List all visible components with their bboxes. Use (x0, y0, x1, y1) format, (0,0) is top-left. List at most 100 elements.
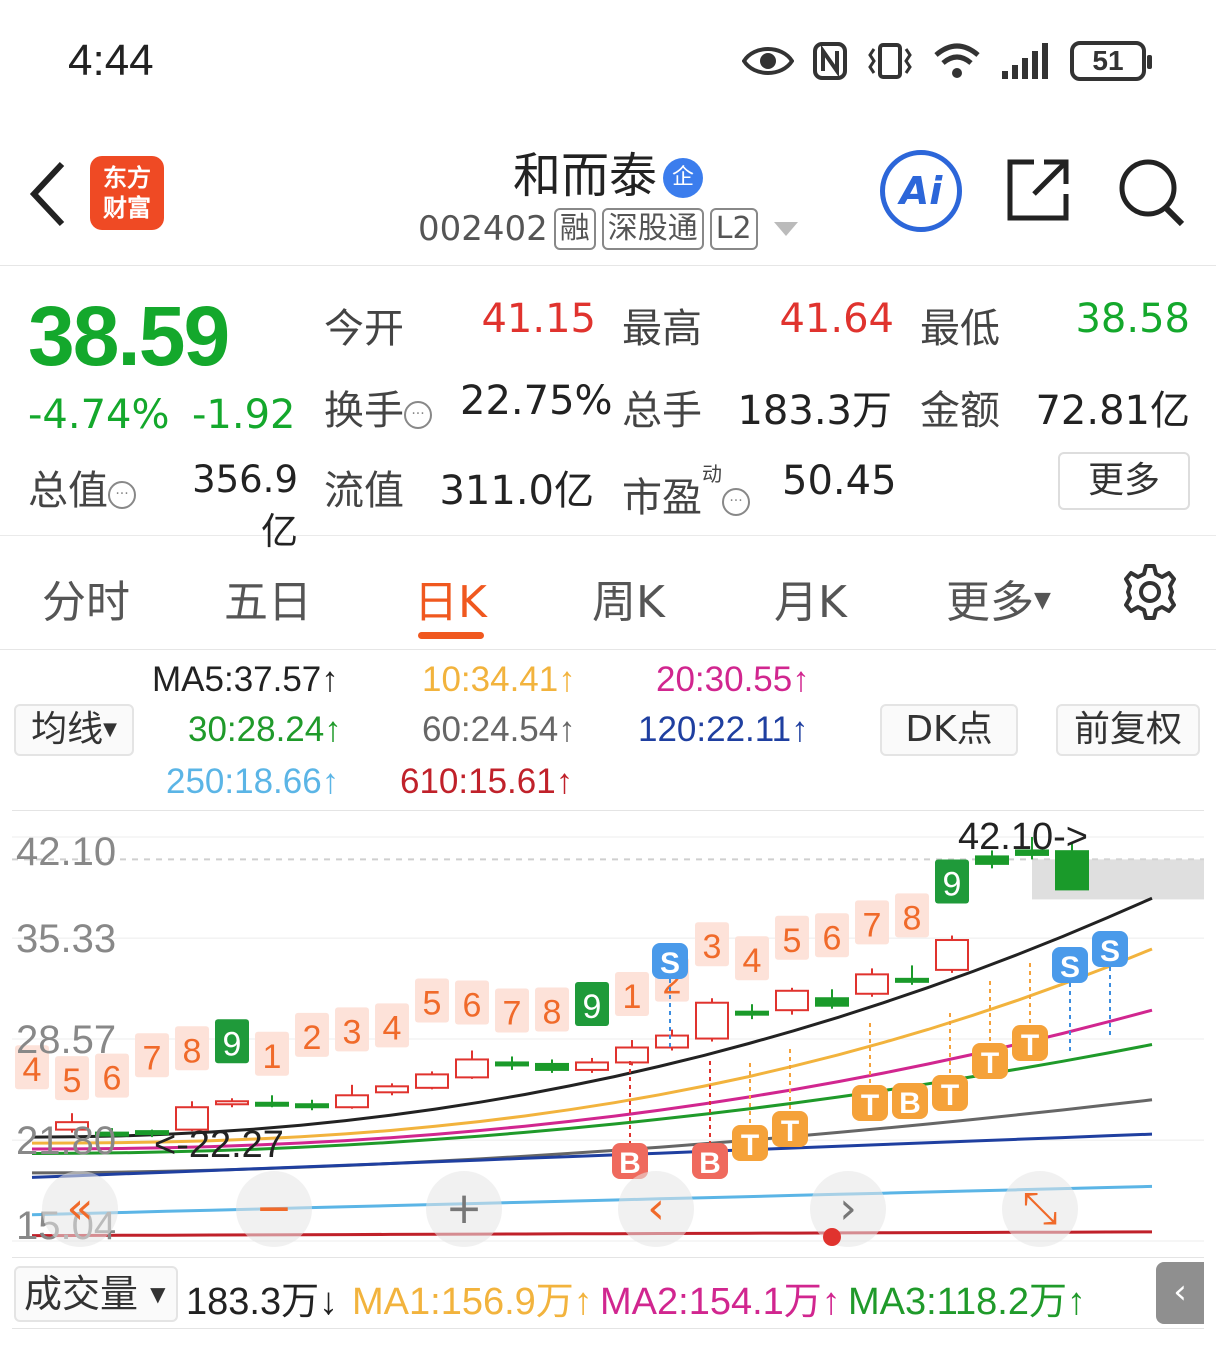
turnover-value: 22.75% (460, 378, 613, 424)
high-value: 41.64 (779, 296, 894, 342)
low-value: 38.58 (1075, 296, 1190, 342)
ma-selector-label: 均线 (31, 709, 104, 750)
volume-value: 183.3万↓ (186, 1281, 339, 1323)
tab-more-label: 更多 (946, 577, 1034, 628)
tab-five-day[interactable]: 五日 (224, 566, 312, 630)
count-label: 8 (903, 899, 922, 937)
candle-body (375, 1085, 409, 1094)
ma250-value: 250:18.66↑ (166, 762, 340, 801)
share-icon[interactable] (1004, 156, 1072, 224)
amount-value: 72.81亿 (1035, 388, 1190, 434)
candle-body (535, 1062, 569, 1071)
open-label: 今开 (324, 306, 404, 352)
ma30-value: 30:28.24↑ (188, 710, 342, 749)
count-label: 7 (503, 994, 522, 1032)
volume-label: 总手 (622, 388, 702, 434)
y-tick-label: 35.33 (16, 917, 116, 961)
count-label: 8 (183, 1032, 202, 1070)
adjust-button[interactable]: 前复权 (1056, 704, 1200, 756)
count-label: 9 (223, 1025, 242, 1063)
low-annotation: <-22.27 (154, 1124, 284, 1166)
count-label: 1 (263, 1038, 282, 1076)
ai-button[interactable]: Ai (880, 150, 962, 232)
tab-more[interactable]: 更多▼ (946, 566, 1051, 630)
more-quote-button[interactable]: 更多 (1058, 452, 1190, 510)
count-label: 5 (783, 922, 802, 960)
mcap-label[interactable]: 总值 ··· (28, 458, 136, 516)
y-tick-label: 28.57 (16, 1018, 116, 1062)
info-icon[interactable]: ··· (108, 481, 136, 509)
expand-icon: ⤡ (1022, 1183, 1057, 1234)
float-label: 流值 (324, 468, 404, 514)
ma-selector[interactable]: 均线▼ (14, 704, 134, 756)
sell-marker: S (660, 947, 680, 980)
candle-body (815, 997, 849, 1007)
count-label: 6 (103, 1060, 122, 1098)
ma20-value: 20:30.55↑ (656, 660, 810, 699)
candle-body (615, 1046, 649, 1064)
eye-icon (742, 47, 794, 75)
info-icon[interactable]: ··· (404, 401, 432, 429)
volume-row: 成交量 ▼ 183.3万↓ MA1:156.9万↑ MA2:154.1万↑ MA… (0, 1262, 1216, 1326)
tab-daily-k[interactable]: 日K (414, 566, 487, 630)
candle-body (735, 1010, 769, 1016)
y-tick-label: 21.80 (16, 1119, 116, 1163)
stock-header: 东方 财富 和而泰企 002402 融 深股通 L2 Ai (0, 120, 1216, 266)
tag-connect: 深股通 (601, 208, 704, 250)
candle-body (295, 1103, 329, 1109)
volume-value: 183.3万 (737, 388, 892, 434)
count-label: 2 (303, 1019, 322, 1057)
y-tick-label: 42.10 (16, 830, 116, 874)
t-marker: T (781, 1115, 799, 1148)
ma-legend: 均线▼ MA5:37.57↑ 10:34.41↑ 20:30.55↑ 30:28… (0, 650, 1216, 810)
ma120-value: 120:22.11↑ (638, 710, 809, 749)
change-amount: -1.92 (192, 392, 296, 438)
gear-icon[interactable] (1120, 562, 1180, 622)
kline-chart[interactable]: 4 5 6 7 8 9 1 2 3 4 5 6 7 8 9 1 2 3 4 5 6 7 8 9 B B B T T T T T T S S S 42.1… (12, 810, 1204, 1258)
candle-body (455, 1058, 489, 1079)
buy-marker: B (899, 1087, 921, 1120)
current-dot (823, 1228, 841, 1246)
status-icons: 51 (742, 38, 1152, 84)
count-label: 5 (63, 1062, 82, 1100)
sell-marker: S (1100, 935, 1120, 968)
tab-monthly-k[interactable]: 月K (774, 566, 847, 630)
float-value: 311.0亿 (439, 468, 594, 514)
side-panel-tab[interactable]: ‹ (1156, 1262, 1204, 1324)
battery-indicator: 51 (1070, 41, 1152, 81)
dk-point-button[interactable]: DK点 (880, 704, 1018, 756)
quote-panel: 38.59 -4.74% -1.92 今开 41.15 最高 41.64 最低 … (0, 266, 1216, 553)
search-icon[interactable] (1116, 156, 1186, 228)
candle-body (935, 939, 969, 971)
count-label: 9 (583, 988, 602, 1026)
count-label: 8 (543, 993, 562, 1031)
zoom-out-icon: − (256, 1183, 293, 1234)
volume-selector[interactable]: 成交量 ▼ (14, 1266, 178, 1322)
kline-svg[interactable]: 4 5 67 8 9 1 2 3 45 6 7 8 9 1 23 45 6 7 89B BBT TT TTTS S S42.1… (12, 811, 1204, 1258)
zoom-in-icon: + (446, 1183, 483, 1234)
tab-intraday[interactable]: 分时 (42, 566, 130, 630)
t-marker: T (861, 1089, 879, 1122)
ma250-line (31, 1184, 1153, 1217)
pe-value: 50.45 (782, 458, 897, 504)
prev-icon: ‹ (647, 1183, 665, 1234)
count-label: 4 (743, 942, 762, 980)
volume-selector-label: 成交量 (24, 1272, 139, 1316)
pe-label[interactable]: 市盈动··· (622, 458, 750, 523)
pe-dynamic-sup: 动 (702, 462, 722, 486)
candle-body (655, 1034, 689, 1049)
t-marker: T (981, 1047, 999, 1080)
stock-code-row[interactable]: 002402 融 深股通 L2 (418, 208, 798, 250)
candle-body (695, 1001, 729, 1040)
info-icon[interactable]: ··· (722, 488, 750, 516)
nfc-icon (813, 42, 847, 80)
tag-level2: L2 (709, 208, 758, 250)
tab-weekly-k[interactable]: 周K (592, 566, 665, 630)
active-tab-indicator (418, 632, 484, 639)
count-label: 5 (423, 984, 442, 1022)
chevron-down-icon[interactable] (773, 222, 798, 236)
volume-ma2: MA2:154.1万↑ (600, 1281, 841, 1323)
enterprise-badge: 企 (663, 158, 703, 198)
turnover-label[interactable]: 换手 ··· (324, 378, 432, 436)
count-label: 4 (383, 1009, 402, 1047)
